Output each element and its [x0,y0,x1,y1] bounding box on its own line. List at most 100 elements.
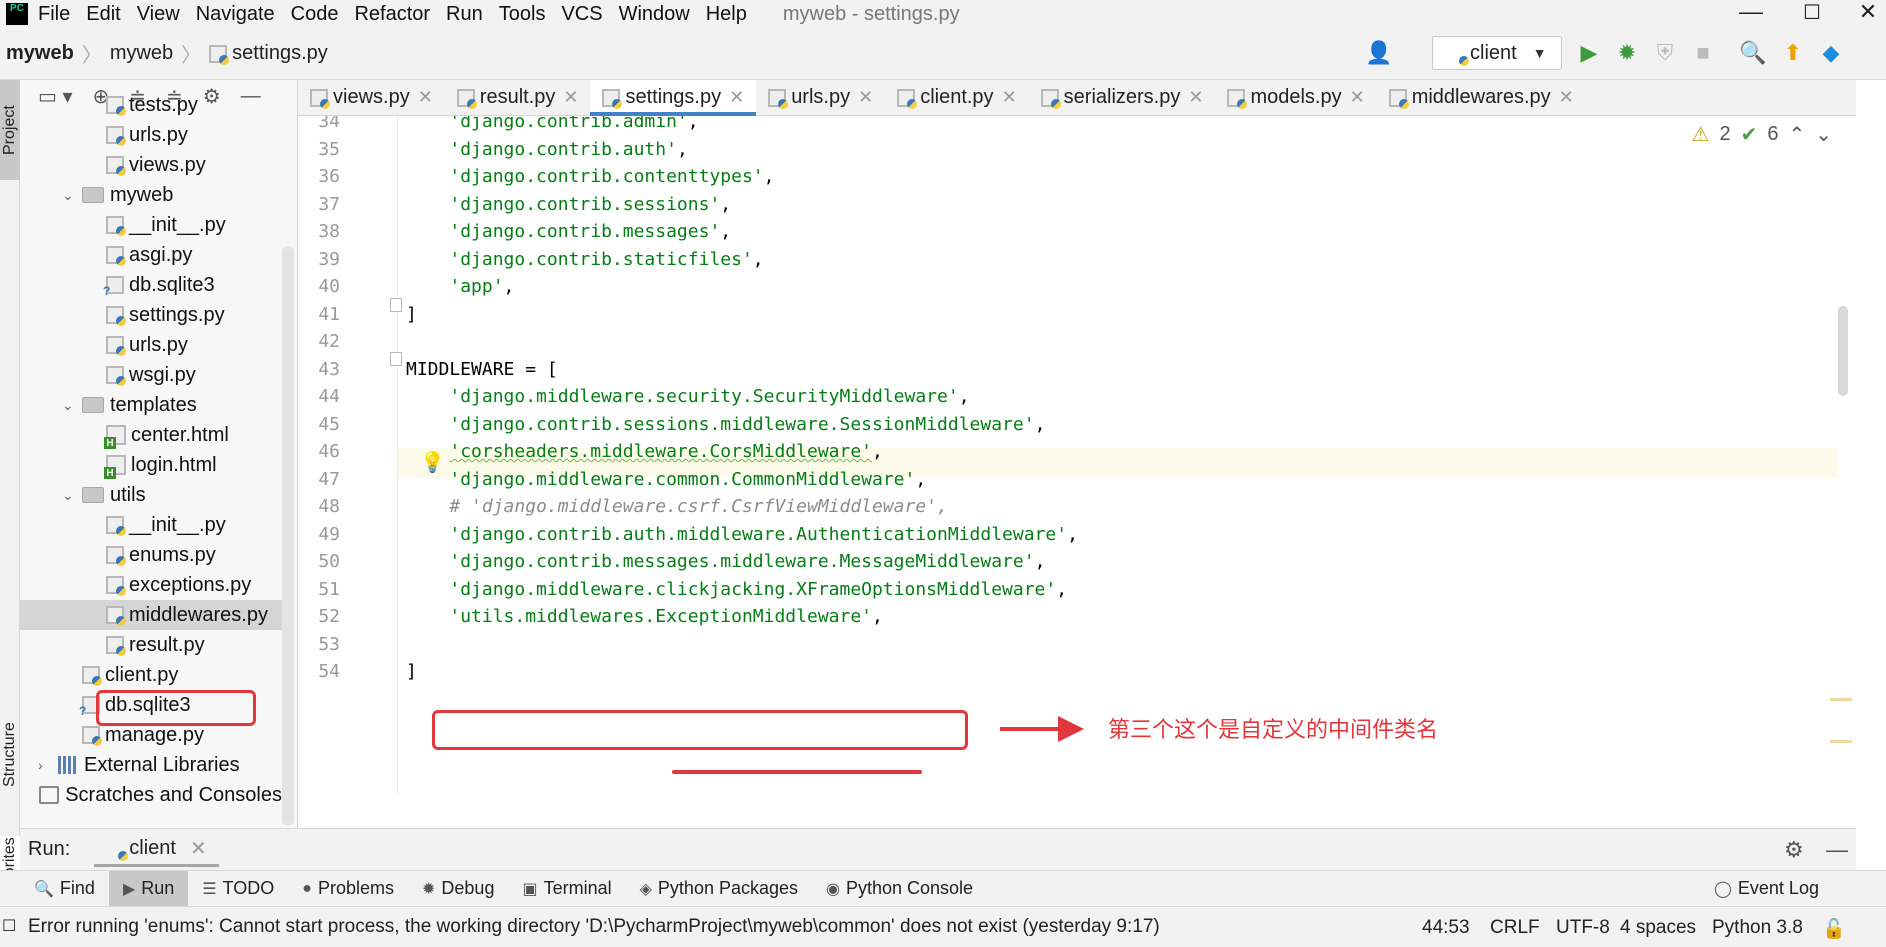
chevron-right-icon[interactable]: › [38,757,58,773]
code-line[interactable]: 'django.contrib.messages.middleware.Mess… [406,551,1045,572]
tree-item[interactable]: login.html [20,450,282,480]
tree-item[interactable]: __init__.py [20,510,282,540]
code-line[interactable]: 'django.contrib.sessions.middleware.Sess… [406,414,1045,435]
error-stripe-marker[interactable] [1830,698,1852,701]
tool-button-todo[interactable]: ☰ TODO [188,871,288,907]
tree-item[interactable]: __init__.py [20,210,282,240]
line-separator[interactable]: CRLF [1490,917,1540,939]
close-icon[interactable]: ✕ [418,87,433,108]
code-line[interactable]: 'django.contrib.staticfiles', [406,249,763,270]
editor-tab[interactable]: models.py ✕ [1215,80,1376,115]
project-scrollbar[interactable] [282,246,294,826]
editor-tab[interactable]: urls.py ✕ [756,80,885,115]
tree-item[interactable]: asgi.py [20,240,282,270]
tree-item[interactable]: tests.py [20,90,282,120]
editor-scrollbar[interactable] [1838,306,1848,396]
run-icon[interactable]: ▶ [1576,40,1602,66]
error-stripe-marker[interactable] [1830,740,1852,743]
editor-tab[interactable]: views.py ✕ [298,80,445,115]
menu-code[interactable]: Code [291,3,339,26]
window-maximize-button[interactable]: ☐ [1792,0,1832,24]
code-line[interactable]: 'utils.middlewares.ExceptionMiddleware', [406,606,882,627]
intention-bulb-icon[interactable]: 💡 [420,450,445,475]
tree-item[interactable]: ⌄ utils [20,480,282,510]
run-configuration-select[interactable]: client ▼ [1432,36,1562,70]
fold-marker-icon[interactable] [390,298,402,312]
fold-marker-icon[interactable] [390,352,402,366]
menu-vcs[interactable]: VCS [561,3,602,26]
tree-item[interactable]: db.sqlite3 [20,270,282,300]
code-line[interactable]: 'django.middleware.security.SecurityMidd… [406,386,969,407]
hide-icon[interactable]: — [1826,837,1848,863]
chevron-down-icon[interactable]: ⌄ [62,487,82,504]
tree-item[interactable]: urls.py [20,120,282,150]
code-line[interactable]: 'django.contrib.contenttypes', [406,166,774,187]
code-line[interactable]: 'app', [406,276,514,297]
event-log-button[interactable]: ◯ Event Log [1700,871,1833,907]
close-icon[interactable]: ✕ [1559,87,1574,108]
menu-run[interactable]: Run [446,3,483,26]
code-line[interactable]: 'corsheaders.middleware.CorsMiddleware', [406,441,882,462]
menu-refactor[interactable]: Refactor [354,3,430,26]
tool-button-python-console[interactable]: ◉ Python Console [812,871,987,907]
gear-icon[interactable]: ⚙ [1784,837,1804,863]
editor-tab[interactable]: serializers.py ✕ [1029,80,1216,115]
editor-tab[interactable]: middlewares.py ✕ [1377,80,1586,115]
tool-button-problems[interactable]: ● Problems [288,871,408,907]
tree-item[interactable]: client.py [20,660,282,690]
tree-item[interactable]: ⌄ templates [20,390,282,420]
tree-item[interactable]: middlewares.py [20,600,282,630]
tree-item[interactable]: Scratches and Consoles [20,780,282,810]
caret-position[interactable]: 44:53 [1422,917,1470,939]
plugin-icon[interactable]: ◆ [1818,40,1844,66]
search-icon[interactable]: 🔍 [1739,40,1766,66]
inspection-widget[interactable]: ⚠ 2 ✔ 6 ⌃ ⌄ [1692,122,1832,147]
code-editor[interactable]: 34 35 36 37 38 39 40 41 42 43 44 45 46 47 48 49 50 51 52 53… [298,116,1856,794]
code-line[interactable]: 'django.middleware.clickjacking.XFrameOp… [406,579,1067,600]
close-icon[interactable]: ✕ [1188,87,1203,108]
tree-item[interactable]: urls.py [20,330,282,360]
tool-button-run[interactable]: ▶ Run [108,870,189,907]
menu-help[interactable]: Help [706,3,747,26]
tree-item[interactable]: wsgi.py [20,360,282,390]
editor-tab[interactable]: client.py ✕ [885,80,1028,115]
chevron-up-icon[interactable]: ⌃ [1788,122,1805,147]
tree-item[interactable]: views.py [20,150,282,180]
debug-icon[interactable]: ✹ [1614,40,1640,66]
breadcrumb-package[interactable]: myweb [110,42,173,65]
editor-tab[interactable]: result.py ✕ [445,80,591,115]
tree-item[interactable]: ⌄ myweb [20,180,282,210]
menu-edit[interactable]: Edit [86,3,120,26]
structure-tool-tab[interactable]: Structure [0,700,20,810]
window-close-button[interactable]: ✕ [1848,0,1886,24]
status-toggle-icon[interactable]: ☐ [2,916,16,936]
stop-icon[interactable]: ■ [1690,40,1716,66]
close-icon[interactable]: ✕ [1002,87,1017,108]
code-line[interactable]: 'django.contrib.auth', [406,139,687,160]
chevron-down-icon[interactable]: ⌄ [62,187,82,204]
code-line[interactable]: 'django.contrib.auth.middleware.Authenti… [406,524,1078,545]
tool-button-terminal[interactable]: ▣ Terminal [508,871,625,907]
tree-item[interactable]: enums.py [20,540,282,570]
account-icon[interactable]: 👤 [1365,40,1392,66]
close-icon[interactable]: ✕ [729,87,744,108]
code-line[interactable]: # 'django.middleware.csrf.CsrfViewMiddle… [406,496,948,517]
code-line[interactable]: 'django.contrib.admin', [406,116,698,132]
status-message[interactable]: Error running 'enums': Cannot start proc… [28,916,1160,938]
close-icon[interactable]: ✕ [858,87,873,108]
breadcrumb-project[interactable]: myweb [6,42,74,65]
menu-window[interactable]: Window [619,3,690,26]
tree-item[interactable]: result.py [20,630,282,660]
tree-item[interactable]: settings.py [20,300,282,330]
python-interpreter[interactable]: Python 3.8 [1712,917,1803,939]
menu-tools[interactable]: Tools [499,3,546,26]
tree-item[interactable]: exceptions.py [20,570,282,600]
chevron-down-icon[interactable]: ⌄ [1815,122,1832,147]
run-tab-client[interactable]: client ✕ [94,833,219,867]
menu-view[interactable]: View [137,3,180,26]
menu-navigate[interactable]: Navigate [196,3,275,26]
file-encoding[interactable]: UTF-8 [1556,917,1610,939]
code-line[interactable]: 'django.contrib.sessions', [406,194,731,215]
chevron-down-icon[interactable]: ⌄ [62,397,82,414]
tool-button-debug[interactable]: ✹ Debug [408,871,508,907]
